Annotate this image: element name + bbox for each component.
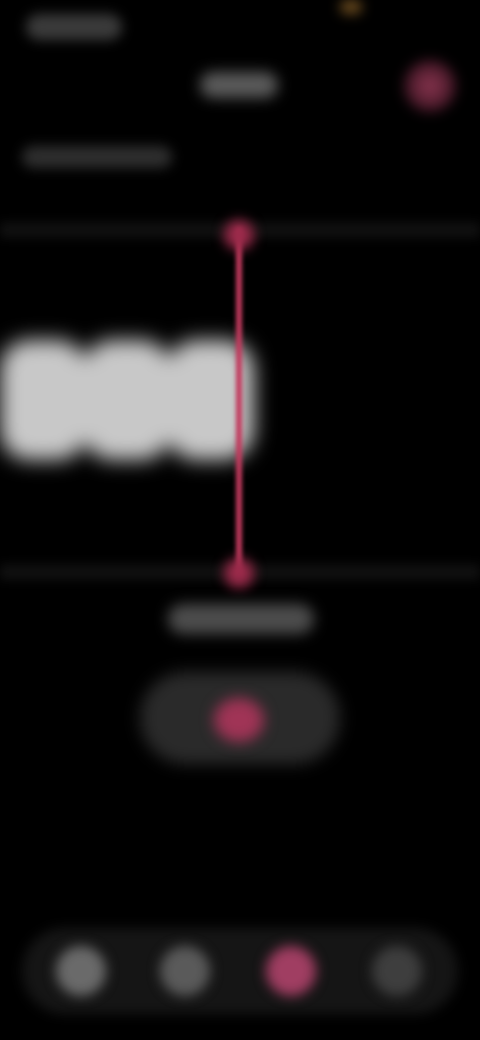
waveform[interactable] [0, 330, 254, 470]
recorder-screen [0, 0, 480, 1040]
nav-item-4-icon[interactable] [372, 946, 422, 996]
record-icon[interactable] [214, 698, 264, 742]
nav-item-1-icon[interactable] [56, 946, 106, 996]
status-time [26, 14, 122, 40]
playhead-bottom-handle[interactable] [224, 558, 254, 588]
waveform-bar [83, 340, 171, 460]
waveform-bar [0, 340, 88, 460]
recording-timer [168, 604, 314, 634]
status-indicator-icon [340, 0, 362, 14]
nav-item-2-icon[interactable] [160, 946, 210, 996]
nav-item-record-icon[interactable] [266, 946, 316, 996]
page-subtitle [22, 146, 172, 168]
playhead-top-handle[interactable] [224, 220, 254, 250]
page-title [200, 72, 278, 98]
record-status-icon[interactable] [402, 58, 458, 114]
playhead[interactable] [236, 228, 242, 574]
